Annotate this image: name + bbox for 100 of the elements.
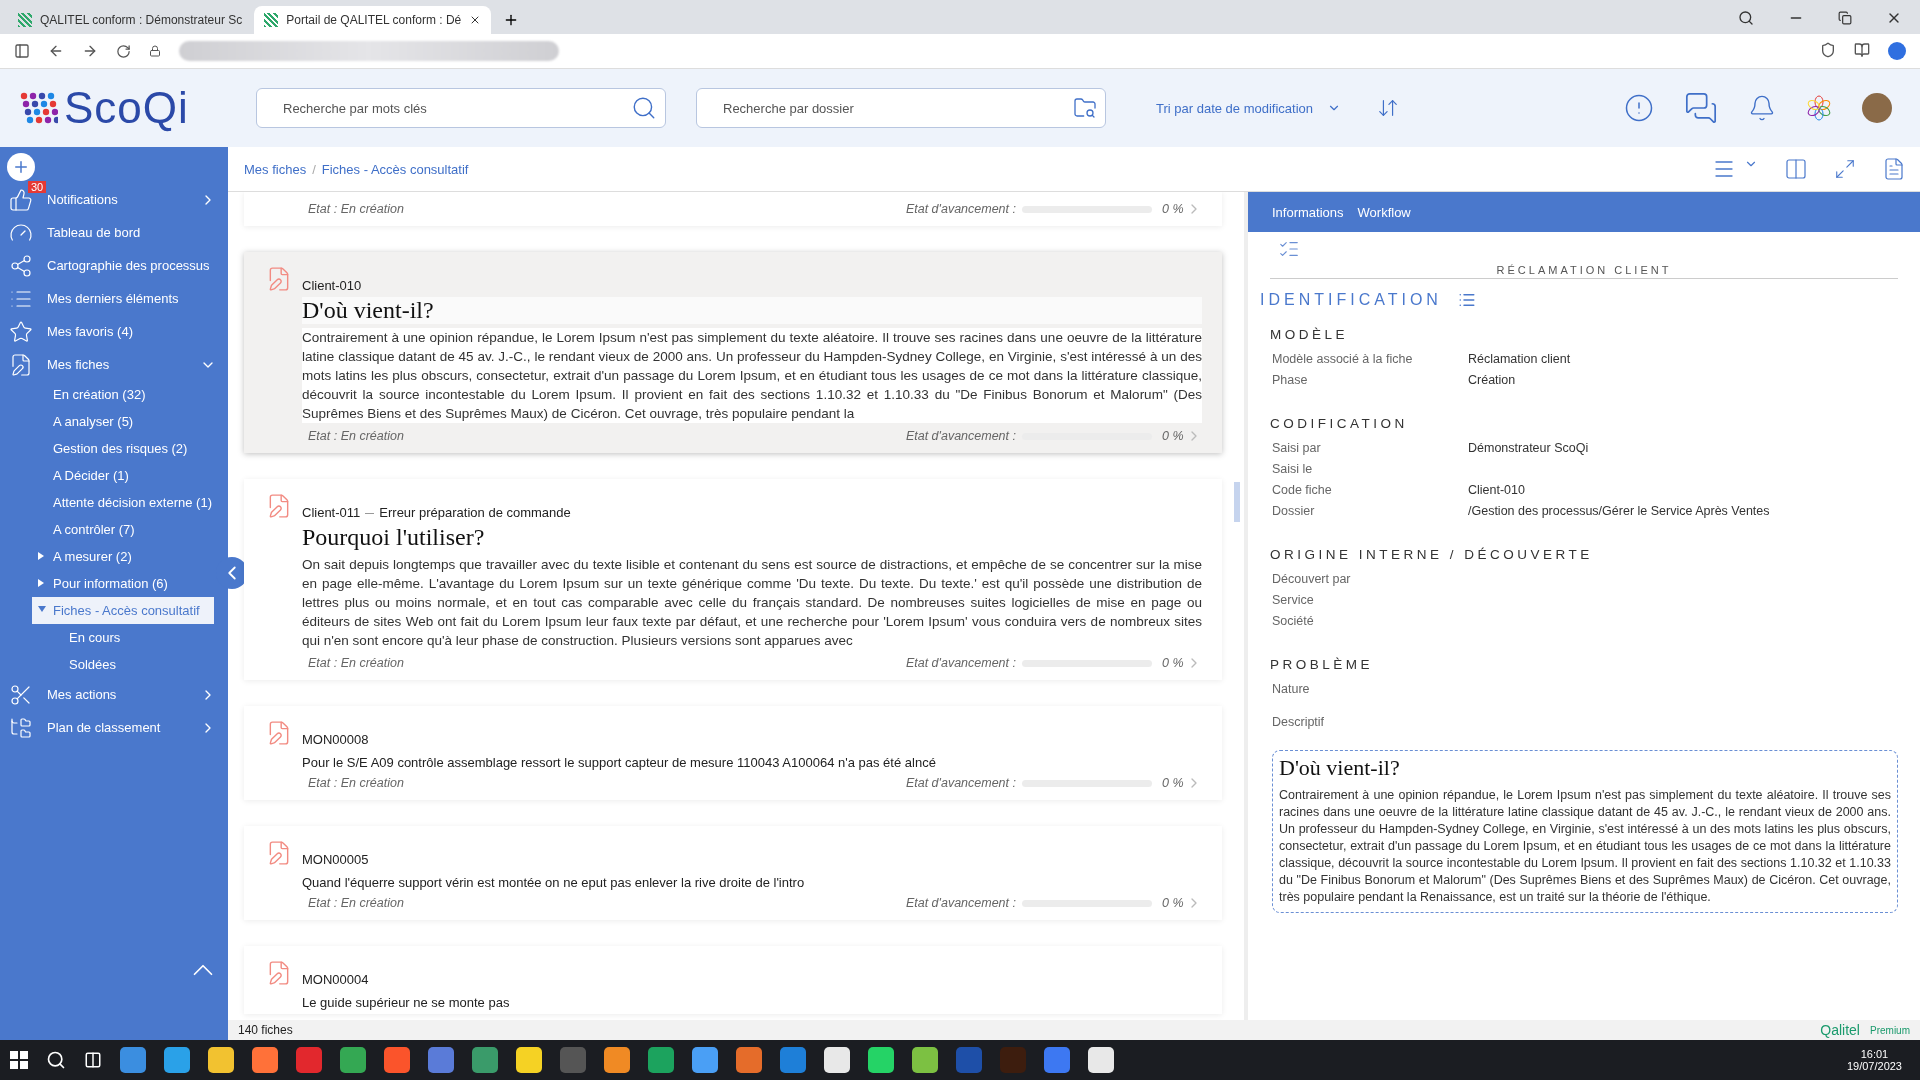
forward-icon[interactable] (82, 43, 98, 59)
sort-dropdown[interactable]: Tri par date de modification (1150, 99, 1348, 117)
record-description: Quand l'équerre support vérin est montée on ne eput pas enlever la rive droite de l'intro (302, 875, 806, 890)
back-icon[interactable] (48, 43, 64, 59)
field-label: Modèle associé à la fiche (1272, 351, 1414, 366)
sidebar-item[interactable]: Mes favoris (4) (0, 315, 228, 348)
list-icon[interactable] (1457, 291, 1476, 309)
record-status: Etat : En création (308, 776, 404, 790)
taskbar-app-icon[interactable] (736, 1047, 762, 1073)
sidebar-item[interactable]: Mes actions (0, 678, 228, 711)
restore-icon[interactable] (1838, 11, 1852, 25)
taskbar-app-icon[interactable] (428, 1047, 454, 1073)
record-card[interactable] (244, 479, 1222, 680)
browser-tab[interactable]: Portail de QALITEL conform : Dé (254, 6, 492, 34)
taskbar-app-icon[interactable] (780, 1047, 806, 1073)
sidebar-item[interactable]: Mes derniers éléments (0, 282, 228, 315)
keyword-search-field[interactable]: Recherche par mots clés (256, 88, 666, 128)
avatar[interactable] (1862, 93, 1892, 123)
sidebar-item[interactable]: Cartographie des processus (0, 249, 228, 282)
browser-tab[interactable]: QALITEL conform : Démonstrateur Sc (8, 6, 253, 34)
columns-icon[interactable] (1784, 157, 1808, 181)
description-text: Contrairement à une opinion répandue, le Lorem Ipsum n'est pas simplement du texte aléatoire. Il trouve ses racines dans une oeuvre de la littérature latine classique datant de 45 av. J.-C., le rendant vieux de 2000 ans. Un professeur du Hampden-Sydney College, en Virginie, s'est intéressé à un des mots latins les plus obscurs, consectetur, extrait d'un passage du Lorem Ipsum, et en étudiant tous les usages de ce mot dans la littérature classique, découvrit la source incontestable du Lorem Ipsum. Il provient en fait des sections 1.10.32 et 1.10.33 du "De Finibus Bonorum et Malorum" (Des Suprêmes Biens et des Suprêmes Maux) de Cicéron. Cet ouvrage, très populaire pendant la Renaissance, est un traité sur la théorie de l'éthique. (1279, 787, 1891, 906)
record-card[interactable]: Etat : En création Etat d'avancement : 0 % (244, 192, 1222, 226)
taskbar-app-icon[interactable] (912, 1047, 938, 1073)
taskbar-app-icon[interactable] (516, 1047, 542, 1073)
windows-icon[interactable] (10, 1051, 28, 1069)
record-card[interactable]: MON00004 Le guide supérieur ne se monte pas (244, 946, 1222, 1014)
progress-label: Etat d'avancement : (905, 429, 1016, 443)
record-card[interactable] (244, 252, 1222, 453)
sidebar-item[interactable]: Plan de classement (0, 711, 228, 744)
taskbar-app-icon[interactable] (208, 1047, 234, 1073)
notification-badge: 30 (28, 181, 47, 193)
sidebar-subitem[interactable]: En création (32) (32, 381, 214, 408)
sidebar-subitem[interactable]: En cours (32, 624, 214, 651)
alert-icon[interactable] (1624, 93, 1654, 123)
taskbar-app-icon[interactable] (296, 1047, 322, 1073)
record-status: Etat : En création (308, 202, 404, 216)
record-description: Pour le S/E A09 contrôle assemblage ressort le support capteur de mesure 110043 A100064 n'a pas été alncé (302, 755, 937, 770)
reload-icon[interactable] (116, 43, 131, 59)
flower-icon[interactable] (1806, 95, 1832, 121)
field-label: Phase (1272, 372, 1309, 387)
sidebar-item[interactable]: Mes fiches (0, 348, 228, 381)
sidebar-subitem[interactable]: Soldées (32, 651, 214, 678)
sidebar-subitem[interactable]: A Décider (1) (32, 462, 214, 489)
field-value: Création (1468, 372, 1517, 387)
favicon-icon (18, 13, 32, 27)
panel-tab[interactable]: Workflow (1357, 204, 1411, 220)
record-card[interactable]: MON00005 Quand l'équerre support vérin est montée on ne eput pas enlever la rive droite de l'intro Etat : En création Etat d'avancement : 0 % (244, 826, 1222, 920)
sidebar-item[interactable]: 30 Notifications (0, 183, 228, 216)
clock-date: 19/07/2023 (1846, 1060, 1902, 1072)
taskbar-app-icon[interactable] (164, 1047, 190, 1073)
sidebar-subitem[interactable]: A analyser (5) (32, 408, 214, 435)
sidebar-subitem[interactable]: Pour information (6) (32, 570, 214, 597)
taskbar-app-icon[interactable] (120, 1047, 146, 1073)
breadcrumb-link[interactable]: Mes fiches (244, 161, 307, 177)
sidebar-subitem[interactable]: Fiches - Accès consultatif (32, 597, 214, 624)
taskbar-app-icon[interactable] (472, 1047, 498, 1073)
record-code: MON00005 (302, 852, 370, 867)
folder-search-icon[interactable] (1073, 96, 1097, 120)
document-info-icon[interactable] (1882, 157, 1906, 181)
record-card[interactable]: MON00008 Pour le S/E A09 contrôle assemblage ressort le support capteur de mesure 110043 A100064 n'a pas été alncé Etat : En création Etat d'avancement : 0 % (244, 706, 1222, 800)
taskbar-app-icon[interactable] (252, 1047, 278, 1073)
field-label: Société (1272, 613, 1315, 628)
record-title: Pourquoi l'utiliser? (302, 524, 486, 551)
notifications-icon[interactable] (1748, 94, 1776, 122)
chat-icon[interactable] (1684, 91, 1718, 125)
add-button[interactable] (7, 153, 35, 181)
taskbar-app-icon[interactable] (692, 1047, 718, 1073)
scrollbar-thumb[interactable] (1234, 482, 1240, 522)
taskbar-app-icon[interactable] (384, 1047, 410, 1073)
taskbar-app-icon[interactable] (824, 1047, 850, 1073)
sidebar-icon[interactable] (14, 43, 30, 59)
expand-icon[interactable] (1834, 158, 1856, 180)
profile-icon[interactable] (1888, 42, 1906, 60)
search-icon[interactable] (1738, 10, 1754, 26)
taskbar-app-icon[interactable] (868, 1047, 894, 1073)
panel-tab[interactable]: Informations (1272, 204, 1344, 220)
search-icon[interactable] (46, 1050, 66, 1070)
shield-icon[interactable] (1820, 42, 1836, 58)
sidebar-item[interactable]: Tableau de bord (0, 216, 228, 249)
taskbar-app-icon[interactable] (1088, 1047, 1114, 1073)
progress-value: 0 % (1162, 776, 1185, 790)
folder-search-field[interactable]: Recherche par dossier (696, 88, 1106, 128)
network-icon (9, 253, 33, 278)
breadcrumb-link[interactable]: Fiches - Accès consultatif (321, 161, 469, 177)
sort-order-icon[interactable] (1377, 97, 1400, 119)
sidebar-subitem[interactable]: Gestion des risques (2) (32, 435, 214, 462)
sidebar-subitem[interactable]: A contrôler (7) (32, 516, 214, 543)
field-value: Client-010 (1468, 482, 1526, 497)
address-field[interactable] (179, 41, 559, 61)
sidebar-subitem[interactable]: Attente décision externe (1) (32, 489, 214, 516)
task-view-icon[interactable] (84, 1051, 102, 1069)
taskbar-app-icon[interactable] (1044, 1047, 1070, 1073)
taskbar-app-icon[interactable] (340, 1047, 366, 1073)
taskbar-app-icon[interactable] (604, 1047, 630, 1073)
field-label: Code fiche (1272, 482, 1333, 497)
progress-value: 0 % (1162, 656, 1185, 670)
reading-icon[interactable] (1854, 42, 1870, 58)
sidebar-subitem[interactable]: A mesurer (2) (32, 543, 214, 570)
taskbar-app-icon[interactable] (648, 1047, 674, 1073)
